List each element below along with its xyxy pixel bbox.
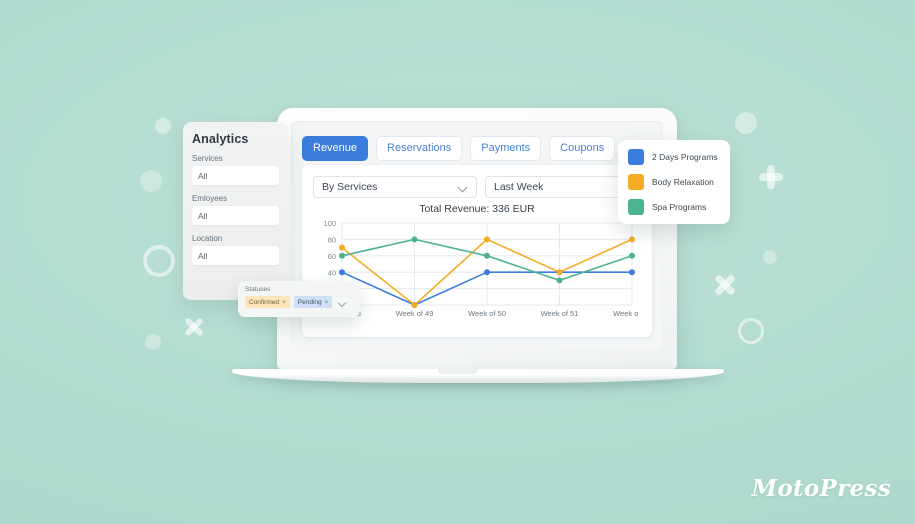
statuses-chip-list: Confirmed × Pending × bbox=[245, 296, 353, 308]
filter-row: By Services Last Week bbox=[313, 176, 649, 198]
page-title: Analytics bbox=[192, 132, 249, 146]
legend-label: Body Relaxation bbox=[652, 177, 714, 187]
status-chip-confirmed[interactable]: Confirmed × bbox=[245, 296, 290, 308]
group-by-select-value: By Services bbox=[322, 181, 378, 193]
chart-title: Total Revenue: 336 EUR bbox=[419, 203, 535, 215]
statuses-popup: Statuses Confirmed × Pending × bbox=[238, 281, 360, 317]
svg-text:Week of 49: Week of 49 bbox=[396, 309, 434, 318]
sidebar-input-employees[interactable]: All bbox=[192, 206, 279, 225]
revenue-line-chart: 020406080100Week of 48Week of 49Week of … bbox=[316, 217, 638, 323]
svg-text:100: 100 bbox=[323, 219, 336, 228]
sidebar-input-location[interactable]: All bbox=[192, 246, 279, 265]
sidebar-value-location: All bbox=[198, 250, 208, 261]
tab-revenue[interactable]: Revenue bbox=[302, 136, 369, 161]
chart-svg: 020406080100Week of 48Week of 49Week of … bbox=[323, 219, 638, 318]
sidebar-label-employees: Emloyees bbox=[192, 194, 228, 203]
tab-coupons[interactable]: Coupons bbox=[549, 136, 616, 161]
legend-swatch-icon bbox=[628, 174, 644, 190]
close-icon[interactable]: × bbox=[282, 299, 286, 306]
tab-payments[interactable]: Payments bbox=[470, 136, 542, 161]
sidebar-value-employees: All bbox=[198, 210, 208, 221]
legend-item-body-relaxation[interactable]: Body Relaxation bbox=[628, 174, 720, 190]
analytics-tabs: Revenue Reservations Payments Coupons bbox=[302, 136, 616, 161]
chart-legend: 2 Days Programs Body Relaxation Spa Prog… bbox=[618, 140, 730, 224]
sidebar-label-services: Services bbox=[192, 154, 223, 163]
legend-label: 2 Days Programs bbox=[652, 152, 718, 162]
chevron-down-icon bbox=[459, 183, 468, 192]
laptop-trackpad-notch bbox=[438, 369, 478, 374]
status-chip-confirmed-label: Confirmed bbox=[249, 298, 279, 306]
legend-item-spa-programs[interactable]: Spa Programs bbox=[628, 199, 720, 215]
svg-text:Week of 50: Week of 50 bbox=[468, 309, 506, 318]
chevron-down-icon[interactable] bbox=[338, 298, 347, 307]
svg-text:Week of 51: Week of 51 bbox=[541, 309, 579, 318]
svg-text:60: 60 bbox=[328, 252, 336, 261]
sidebar-label-location: Location bbox=[192, 234, 223, 243]
status-chip-pending-label: Pending bbox=[297, 298, 322, 306]
close-icon[interactable]: × bbox=[325, 299, 329, 306]
svg-text:40: 40 bbox=[328, 268, 336, 277]
legend-swatch-icon bbox=[628, 199, 644, 215]
group-by-select[interactable]: By Services bbox=[313, 176, 477, 198]
tab-reservations[interactable]: Reservations bbox=[376, 136, 463, 161]
poster-stage: Revenue Reservations Payments Coupons By… bbox=[0, 0, 915, 524]
legend-label: Spa Programs bbox=[652, 202, 707, 212]
legend-swatch-icon bbox=[628, 149, 644, 165]
legend-item-2-days-programs[interactable]: 2 Days Programs bbox=[628, 149, 720, 165]
svg-text:80: 80 bbox=[328, 236, 336, 245]
sidebar-value-services: All bbox=[198, 170, 208, 181]
svg-text:Week of 52: Week of 52 bbox=[613, 309, 638, 318]
status-chip-pending[interactable]: Pending × bbox=[293, 296, 333, 308]
analytics-sidebar: Analytics Services All Emloyees All Loca… bbox=[183, 122, 288, 300]
statuses-label: Statuses bbox=[245, 286, 271, 293]
period-select-value: Last Week bbox=[494, 181, 544, 193]
sidebar-input-services[interactable]: All bbox=[192, 166, 279, 185]
motopress-logo: MotoPress bbox=[751, 475, 891, 502]
